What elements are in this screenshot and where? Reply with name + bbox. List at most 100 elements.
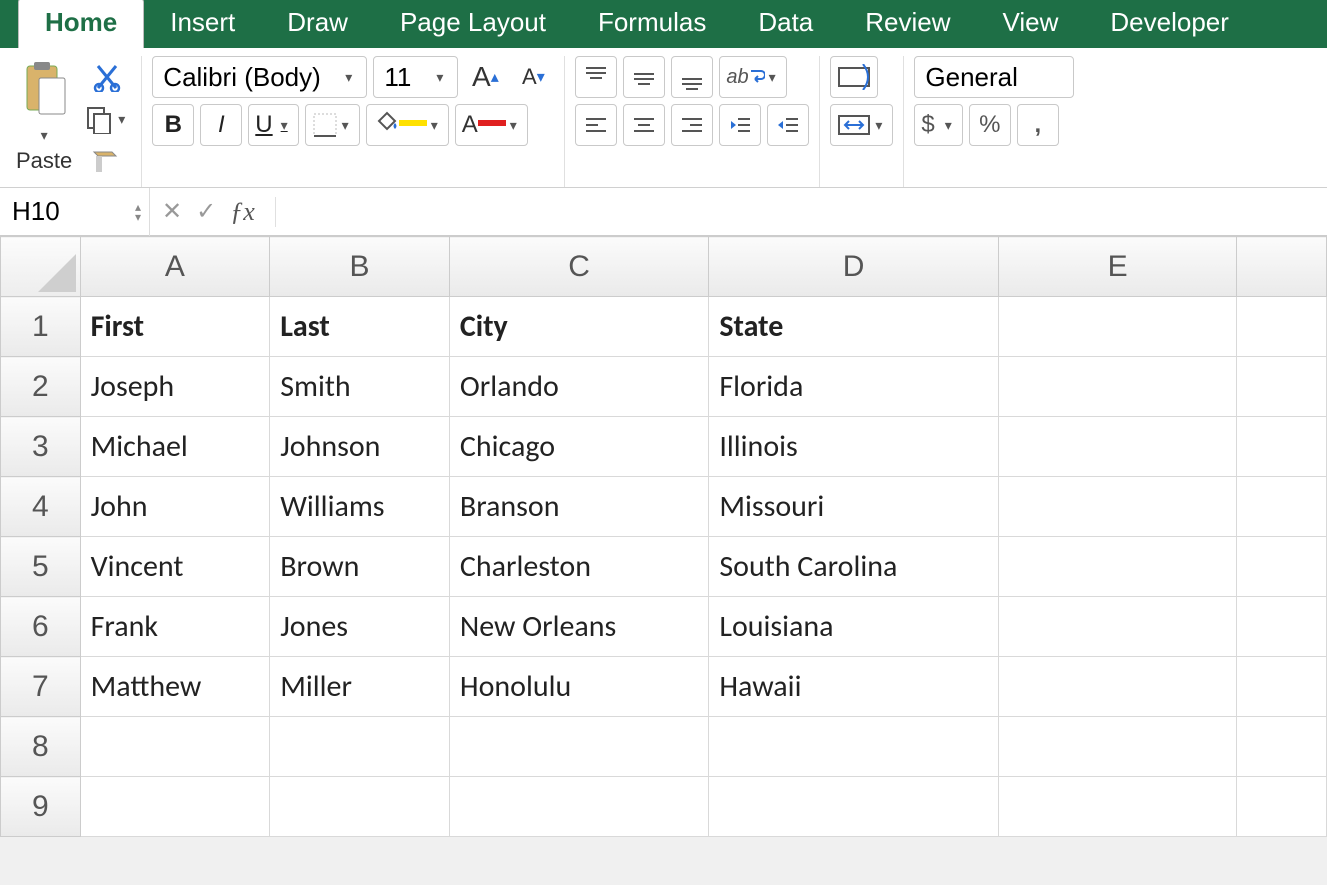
row-header[interactable]: 6 xyxy=(1,597,81,657)
row-header[interactable]: 7 xyxy=(1,657,81,717)
tab-formulas[interactable]: Formulas xyxy=(572,0,732,48)
col-header-b[interactable]: B xyxy=(270,237,450,297)
cell[interactable] xyxy=(709,777,998,837)
font-color-button[interactable]: A ▾ xyxy=(455,104,528,146)
cell[interactable] xyxy=(998,597,1237,657)
align-center-button[interactable] xyxy=(623,104,665,146)
cancel-formula-icon[interactable]: ✕ xyxy=(162,197,182,226)
cell[interactable] xyxy=(998,357,1237,417)
cell[interactable]: Johnson xyxy=(270,417,450,477)
comma-button[interactable]: , xyxy=(1017,104,1059,146)
cell[interactable] xyxy=(449,717,708,777)
cell[interactable]: Vincent xyxy=(80,537,270,597)
merge-across-button[interactable] xyxy=(830,56,878,98)
row-header[interactable]: 3 xyxy=(1,417,81,477)
cell[interactable] xyxy=(998,717,1237,777)
row-header[interactable]: 8 xyxy=(1,717,81,777)
underline-button[interactable]: U▾ xyxy=(248,104,298,146)
cell[interactable] xyxy=(449,777,708,837)
font-size-select[interactable]: ▾ xyxy=(373,56,458,98)
cell[interactable] xyxy=(998,477,1237,537)
merge-center-button[interactable]: ▾ xyxy=(830,104,893,146)
align-middle-button[interactable] xyxy=(623,56,665,98)
col-header-c[interactable]: C xyxy=(449,237,708,297)
cell[interactable]: Orlando xyxy=(449,357,708,417)
increase-font-icon[interactable]: A▴ xyxy=(464,56,506,98)
cell[interactable]: Florida xyxy=(709,357,998,417)
cell[interactable]: Honolulu xyxy=(449,657,708,717)
row-header[interactable]: 2 xyxy=(1,357,81,417)
cell[interactable] xyxy=(1237,597,1327,657)
cell[interactable] xyxy=(1237,537,1327,597)
col-header-e[interactable]: E xyxy=(998,237,1237,297)
cell[interactable] xyxy=(998,417,1237,477)
tab-developer[interactable]: Developer xyxy=(1084,0,1255,48)
name-box-spinner[interactable]: ▴▾ xyxy=(135,202,141,222)
cell[interactable] xyxy=(1237,477,1327,537)
cell[interactable] xyxy=(998,657,1237,717)
col-header-f[interactable] xyxy=(1237,237,1327,297)
cell[interactable]: Illinois xyxy=(709,417,998,477)
cell[interactable] xyxy=(80,717,270,777)
cell[interactable]: John xyxy=(80,477,270,537)
percent-button[interactable]: % xyxy=(969,104,1011,146)
cell[interactable]: Smith xyxy=(270,357,450,417)
align-left-button[interactable] xyxy=(575,104,617,146)
cell[interactable]: State xyxy=(709,297,998,357)
cell[interactable] xyxy=(709,717,998,777)
cell[interactable]: Louisiana xyxy=(709,597,998,657)
select-all-corner[interactable] xyxy=(1,237,81,297)
cell[interactable]: Matthew xyxy=(80,657,270,717)
cell[interactable]: Williams xyxy=(270,477,450,537)
cell[interactable]: Brown xyxy=(270,537,450,597)
bold-button[interactable]: B xyxy=(152,104,194,146)
name-box[interactable]: H10 ▴▾ xyxy=(0,188,150,236)
cell[interactable]: Chicago xyxy=(449,417,708,477)
cell[interactable]: South Carolina xyxy=(709,537,998,597)
cell[interactable]: City xyxy=(449,297,708,357)
formula-input[interactable] xyxy=(275,197,282,227)
col-header-a[interactable]: A xyxy=(80,237,270,297)
tab-data[interactable]: Data xyxy=(732,0,839,48)
wrap-text-button[interactable]: ab ▾ xyxy=(719,56,786,98)
fx-icon[interactable]: ƒx xyxy=(230,197,255,227)
align-right-button[interactable] xyxy=(671,104,713,146)
align-top-button[interactable] xyxy=(575,56,617,98)
cell[interactable]: Missouri xyxy=(709,477,998,537)
cell[interactable] xyxy=(998,537,1237,597)
tab-insert[interactable]: Insert xyxy=(144,0,261,48)
row-header[interactable]: 4 xyxy=(1,477,81,537)
cell[interactable]: New Orleans xyxy=(449,597,708,657)
align-bottom-button[interactable] xyxy=(671,56,713,98)
cell[interactable]: Miller xyxy=(270,657,450,717)
font-name-input[interactable] xyxy=(163,62,333,93)
number-format-select[interactable]: General xyxy=(914,56,1074,98)
paste-dropdown[interactable]: ▾ xyxy=(39,125,50,146)
row-header[interactable]: 1 xyxy=(1,297,81,357)
cell[interactable] xyxy=(1237,777,1327,837)
cell[interactable]: Michael xyxy=(80,417,270,477)
cell[interactable] xyxy=(998,777,1237,837)
cell[interactable]: Hawaii xyxy=(709,657,998,717)
cell[interactable] xyxy=(270,777,450,837)
tab-home[interactable]: Home xyxy=(18,0,144,48)
tab-draw[interactable]: Draw xyxy=(261,0,374,48)
row-header[interactable]: 9 xyxy=(1,777,81,837)
currency-button[interactable]: $▾ xyxy=(914,104,962,146)
cut-icon[interactable] xyxy=(90,60,124,94)
fill-color-button[interactable]: ▾ xyxy=(366,104,449,146)
copy-icon[interactable]: ▾ xyxy=(82,102,131,136)
font-size-input[interactable] xyxy=(384,62,424,93)
italic-button[interactable]: I xyxy=(200,104,242,146)
format-painter-icon[interactable] xyxy=(88,144,126,178)
cell[interactable] xyxy=(998,297,1237,357)
cell[interactable] xyxy=(1237,357,1327,417)
borders-button[interactable]: ▾ xyxy=(305,104,360,146)
decrease-indent-button[interactable] xyxy=(719,104,761,146)
cell[interactable] xyxy=(1237,657,1327,717)
cell[interactable] xyxy=(1237,717,1327,777)
cell[interactable]: Charleston xyxy=(449,537,708,597)
cell[interactable]: First xyxy=(80,297,270,357)
row-header[interactable]: 5 xyxy=(1,537,81,597)
tab-page-layout[interactable]: Page Layout xyxy=(374,0,572,48)
